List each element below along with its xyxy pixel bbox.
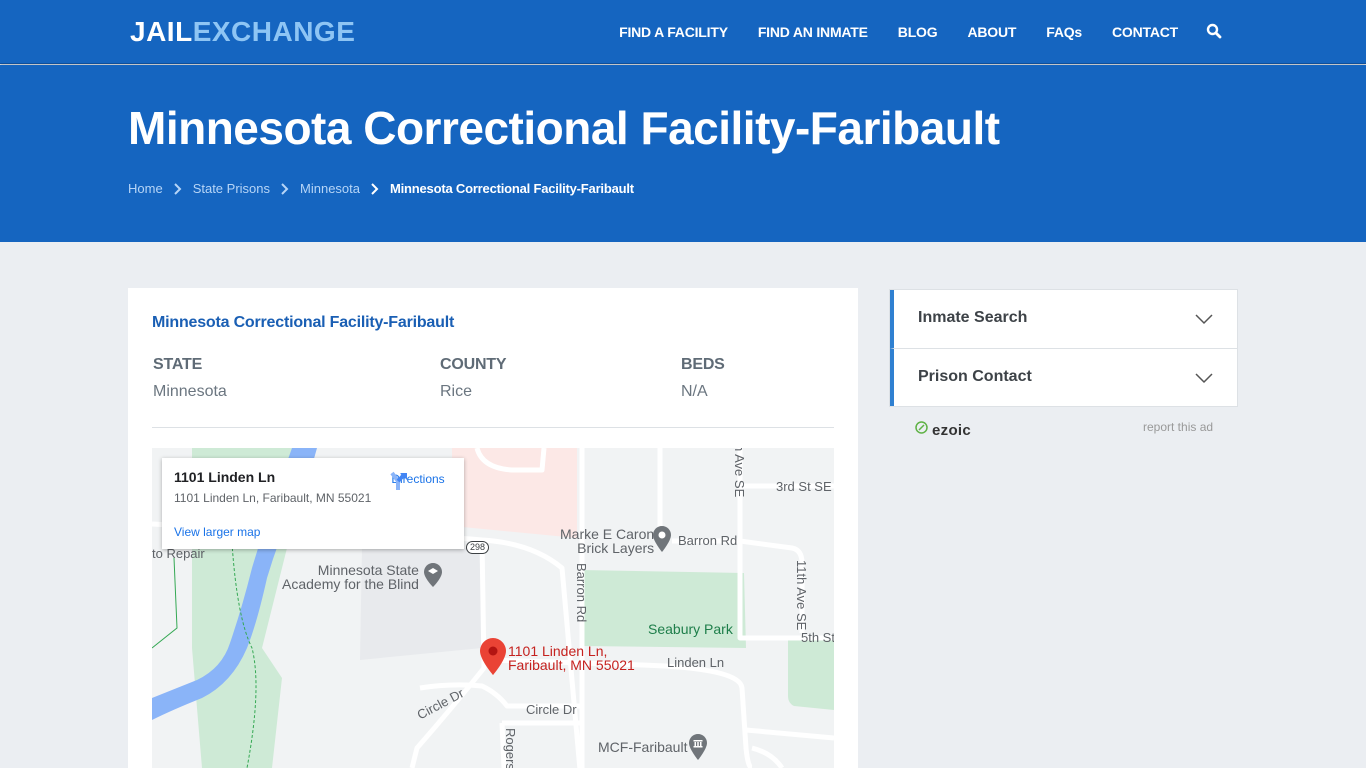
- map-label-line: 1101 Linden Ln,: [508, 643, 608, 659]
- info-county: COUNTY Rice: [440, 356, 507, 401]
- chevron-down-icon: [1195, 312, 1213, 325]
- accordion-label: Inmate Search: [918, 309, 1028, 326]
- info-window-address: 1101 Linden Ln, Faribault, MN 55021: [174, 491, 372, 505]
- map-label-ave-se: n Ave SE: [732, 448, 747, 498]
- info-label: BEDS: [681, 356, 725, 373]
- accordion-prison-contact[interactable]: Prison Contact: [890, 348, 1237, 406]
- map-label-line: Marke E Caron: [560, 526, 655, 542]
- divider: [152, 427, 834, 428]
- nav-find-inmate[interactable]: FIND AN INMATE: [758, 24, 868, 40]
- directions-button[interactable]: Directions: [388, 470, 448, 490]
- main-nav: FIND A FACILITY FIND AN INMATE BLOG ABOU…: [619, 0, 1224, 64]
- breadcrumb-home[interactable]: Home: [128, 181, 163, 196]
- page-hero: Minnesota Correctional Facility-Faribaul…: [0, 65, 1366, 242]
- nav-faqs[interactable]: FAQs: [1046, 24, 1082, 40]
- map-label-line: Brick Layers: [577, 540, 655, 556]
- map-area-park-right: [788, 640, 834, 710]
- map-label-3rd-st: 3rd St SE: [776, 479, 832, 494]
- site-header: JAILEXCHANGE FIND A FACILITY FIND AN INM…: [0, 0, 1366, 64]
- map-label-academy: Minnesota State Academy for the Blind: [282, 563, 419, 591]
- map-label-barron-rd: Barron Rd: [678, 533, 738, 548]
- map-label-seabury-park: Seabury Park: [648, 621, 733, 637]
- nav-about[interactable]: ABOUT: [967, 24, 1016, 40]
- map-label-circle-dr-2: Circle Dr: [526, 702, 577, 717]
- ezoic-logo-icon: [915, 421, 928, 439]
- facility-card: Minnesota Correctional Facility-Faribaul…: [128, 288, 858, 768]
- map-label-5th-st: 5th St: [801, 630, 834, 645]
- ezoic-text: ezoic: [932, 421, 972, 439]
- info-value: Minnesota: [153, 383, 227, 400]
- breadcrumb-minnesota[interactable]: Minnesota: [300, 181, 360, 196]
- breadcrumb-state-prisons[interactable]: State Prisons: [193, 181, 270, 196]
- info-beds: BEDS N/A: [681, 356, 725, 401]
- route-298-shield: 298: [466, 541, 490, 554]
- chevron-right-icon: [171, 182, 185, 196]
- logo-exchange: EXCHANGE: [192, 16, 356, 47]
- search-icon[interactable]: [1206, 23, 1224, 41]
- breadcrumb-current: Minnesota Correctional Facility-Faribaul…: [390, 181, 634, 196]
- map-label-line: Academy for the Blind: [282, 576, 419, 592]
- map-label-line: Faribault, MN 55021: [508, 657, 635, 673]
- map-label-rogers: Rogers: [503, 728, 518, 768]
- accordion-label: Prison Contact: [918, 368, 1032, 385]
- map-label-linden-ln: Linden Ln: [667, 655, 725, 670]
- map-label-auto-repair: to Repair: [152, 546, 205, 561]
- info-value: Rice: [440, 383, 473, 400]
- nav-contact[interactable]: CONTACT: [1112, 24, 1178, 40]
- page-title: Minnesota Correctional Facility-Faribaul…: [128, 102, 1000, 154]
- google-map[interactable]: to Repair Minnesota State Academy for th…: [152, 448, 834, 768]
- ezoic-badge[interactable]: ezoic: [915, 421, 971, 439]
- map-label-mcf-faribault: MCF-Faribault: [598, 739, 688, 755]
- map-info-window: 1101 Linden Ln 1101 Linden Ln, Faribault…: [162, 458, 464, 549]
- chevron-right-icon: [368, 182, 382, 196]
- sidebar-accordion: Inmate Search Prison Contact: [889, 289, 1238, 407]
- nav-blog[interactable]: BLOG: [898, 24, 938, 40]
- view-larger-map-link[interactable]: View larger map: [174, 525, 260, 539]
- info-state: STATE Minnesota: [153, 356, 227, 401]
- nav-find-facility[interactable]: FIND A FACILITY: [619, 24, 728, 40]
- report-ad-link[interactable]: report this ad: [1143, 420, 1213, 434]
- map-label-barron-rd-vertical: Barron Rd: [574, 563, 589, 623]
- map-trail-2: [152, 557, 178, 649]
- map-label-11th-ave: 11th Ave SE: [794, 560, 809, 631]
- logo-jail: JAIL: [130, 16, 193, 47]
- breadcrumb: Home State Prisons Minnesota Minnesota C…: [128, 181, 634, 196]
- map-label-brick-layers: Marke E Caron Brick Layers: [560, 527, 654, 555]
- info-window-title: 1101 Linden Ln: [174, 469, 276, 485]
- info-label: COUNTY: [440, 356, 507, 373]
- map-label-pin-address: 1101 Linden Ln, Faribault, MN 55021: [508, 644, 635, 672]
- info-label: STATE: [153, 356, 203, 373]
- accordion-inmate-search[interactable]: Inmate Search: [890, 290, 1237, 348]
- map-area-commercial: [452, 448, 577, 538]
- map-label-line: Minnesota State: [317, 562, 419, 578]
- info-value: N/A: [681, 383, 708, 400]
- facility-name: Minnesota Correctional Facility-Faribaul…: [152, 314, 455, 331]
- site-logo[interactable]: JAILEXCHANGE: [130, 16, 355, 48]
- chevron-down-icon: [1195, 371, 1213, 384]
- chevron-right-icon: [278, 182, 292, 196]
